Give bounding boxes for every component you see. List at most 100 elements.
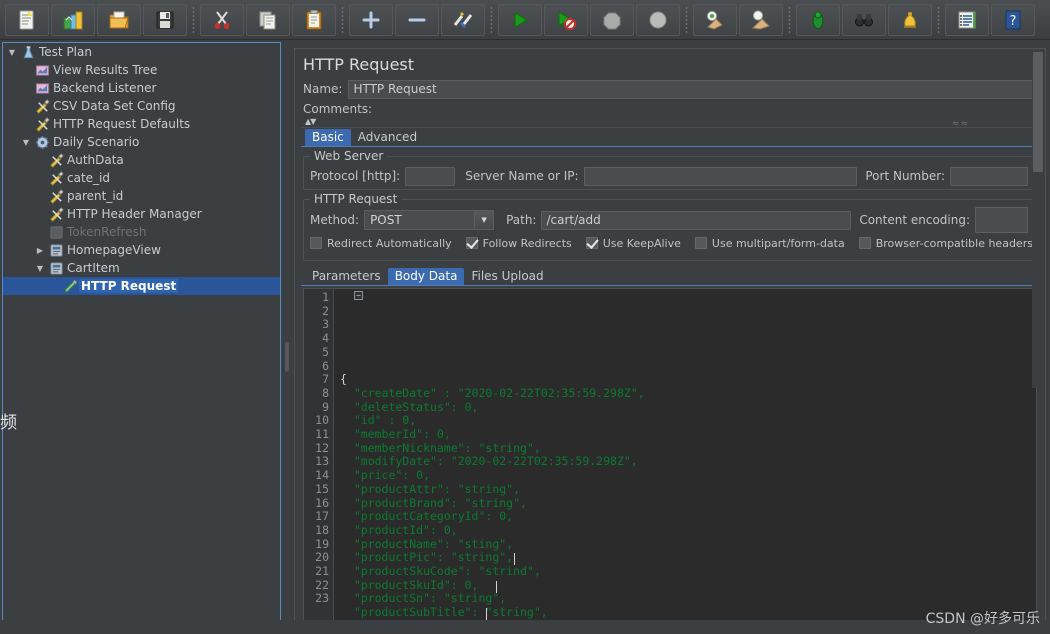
server-name-input[interactable] — [583, 166, 858, 186]
tree-node-test-plan[interactable]: ▼ Test Plan — [3, 43, 280, 61]
data-tabstrip[interactable]: Parameters Body Data Files Upload — [301, 267, 1039, 286]
templates-button[interactable] — [51, 3, 95, 36]
body-data-editor[interactable]: 1 2 3 4 5 6 7 8 9 10 11 12 13 14 15 16 17 18 19 20 21 22 23 − … — [303, 50, 1044, 628]
tree-node-http-header-manager[interactable]: HTTP Header Manager — [3, 205, 280, 223]
line-number: 11 — [315, 427, 329, 442]
tree-node-label: Test Plan — [39, 45, 92, 59]
chevron-down-icon[interactable]: ▼ — [33, 264, 47, 273]
line-number: 12 — [315, 440, 329, 455]
tab-basic[interactable]: Basic — [305, 129, 351, 146]
http-request-panel: HTTP Request Name: HTTP Request Comments… — [294, 48, 1046, 632]
browser-compatible-headers-checkbox[interactable]: Browser-compatible headers — [858, 237, 1033, 250]
paste-button[interactable] — [292, 3, 336, 36]
sampler-pencil-icon — [61, 278, 79, 294]
tree-node-homepageview[interactable]: ▶ HomepageView — [3, 241, 280, 259]
checkbox-empty-icon[interactable] — [310, 237, 322, 249]
start-button[interactable] — [498, 3, 542, 36]
line-number: 4 — [322, 331, 329, 346]
text-caret — [486, 608, 487, 620]
chevron-down-icon[interactable]: ▼ — [19, 138, 33, 147]
redirect-automatically-checkbox[interactable]: Redirect Automatically — [310, 237, 452, 250]
chevron-down-icon[interactable]: ▼ — [474, 211, 494, 229]
tree-node-http-request-defaults[interactable]: HTTP Request Defaults — [3, 115, 280, 133]
clear-all-button[interactable] — [739, 3, 783, 36]
checkbox-empty-icon[interactable] — [694, 237, 707, 249]
line-number: 10 — [315, 413, 329, 428]
body-data-textarea[interactable]: − { "createDate" : "2020-02-22T02:35:59.… — [334, 289, 1036, 627]
method-select[interactable]: POST ▼ — [364, 210, 495, 230]
checkbox-label: Follow Redirects — [482, 236, 572, 250]
tree-node-authdata[interactable]: AuthData — [3, 151, 280, 169]
tab-files-upload[interactable]: Files Upload — [464, 268, 550, 285]
line-number: 7 — [322, 372, 329, 387]
save-button[interactable] — [143, 3, 187, 36]
checkbox-empty-icon[interactable] — [858, 237, 871, 249]
tree-node-cartitem[interactable]: ▼ CartItem — [3, 259, 280, 277]
log-viewer-button[interactable] — [945, 3, 989, 36]
main-tabstrip[interactable]: Basic Advanced — [301, 128, 1039, 147]
test-plan-tree[interactable]: ▼ Test Plan View Results Tree Backend Liste… — [2, 42, 281, 632]
tab-parameters[interactable]: Parameters — [305, 268, 388, 285]
editor-vertical-scrollbar[interactable] — [1032, 50, 1044, 388]
tree-node-label: HTTP Request — [79, 279, 179, 293]
open-button[interactable] — [97, 3, 141, 36]
name-label: Name: — [303, 82, 343, 96]
follow-redirects-checkbox[interactable]: Follow Redirects — [465, 236, 572, 250]
test-plan-icon — [19, 44, 37, 60]
tree-node-label: CSV Data Set Config — [53, 99, 176, 113]
port-number-label: Port Number: — [865, 169, 945, 183]
expand-all-button[interactable] — [349, 3, 393, 36]
method-path-row: Method: POST ▼ Path: /cart/add Content e… — [304, 207, 1036, 233]
line-number: 23 — [315, 591, 329, 606]
port-number-input[interactable] — [950, 166, 1028, 186]
panel-splitter[interactable] — [282, 42, 292, 632]
collapse-up-icon[interactable]: ▲▼ — [305, 117, 316, 126]
code-line: "deleteStatus": 0, — [340, 399, 479, 414]
tree-node-label: Daily Scenario — [53, 135, 140, 149]
tree-node-view-results-tree[interactable]: View Results Tree — [3, 61, 280, 79]
tree-node-csv-data-set-config[interactable]: CSV Data Set Config — [3, 97, 280, 115]
method-label: Method: — [310, 213, 360, 227]
tab-body-data[interactable]: Body Data — [387, 268, 465, 285]
name-input[interactable]: HTTP Request — [348, 79, 1037, 99]
path-input[interactable]: /cart/add — [541, 210, 852, 230]
use-keepalive-checkbox[interactable]: Use KeepAlive — [585, 237, 681, 250]
checkmark-icon[interactable] — [585, 237, 598, 249]
svg-text:?: ? — [1010, 14, 1017, 29]
controller-icon — [47, 242, 65, 258]
use-multipart-checkbox[interactable]: Use multipart/form-data — [694, 237, 845, 250]
protocol-input[interactable] — [405, 166, 456, 186]
tree-node-parent-id[interactable]: parent_id — [3, 187, 280, 205]
shutdown-button[interactable] — [636, 3, 680, 36]
editor-line-numbers: 1 2 3 4 5 6 7 8 9 10 11 12 13 14 15 16 17 18 19 20 21 22 23 — [304, 289, 334, 627]
copy-button[interactable] — [246, 3, 290, 36]
tree-node-http-request[interactable]: HTTP Request — [3, 277, 280, 295]
tab-advanced[interactable]: Advanced — [351, 129, 424, 146]
tree-node-tokenrefresh[interactable]: TokenRefresh — [3, 223, 280, 241]
cut-button[interactable] — [200, 3, 244, 36]
resize-grip-dots[interactable]: ≈≈ — [952, 119, 969, 129]
code-line: "price": 0, — [340, 468, 431, 483]
splitter-grip[interactable] — [285, 342, 289, 372]
chevron-down-icon[interactable]: ▼ — [5, 48, 19, 57]
content-encoding-input[interactable] — [975, 207, 1028, 233]
start-no-pauses-button[interactable] — [544, 3, 588, 36]
stop-button[interactable] — [590, 3, 634, 36]
help-button[interactable]: ? — [991, 3, 1035, 36]
tree-node-backend-listener[interactable]: Backend Listener — [3, 79, 280, 97]
function-helper-button[interactable] — [796, 3, 840, 36]
tree-node-cate-id[interactable]: cate_id — [3, 169, 280, 187]
main-toolbar: ? — [0, 0, 1050, 40]
reset-search-button[interactable] — [888, 3, 932, 36]
collapse-all-button[interactable] — [395, 3, 439, 36]
clear-button[interactable] — [693, 3, 737, 36]
chevron-right-icon[interactable]: ▶ — [33, 246, 47, 255]
checkmark-icon[interactable] — [465, 237, 478, 249]
http-request-group: HTTP Request Method: POST ▼ Path: /cart/… — [303, 192, 1037, 261]
page-title: HTTP Request — [303, 55, 415, 74]
search-button[interactable] — [842, 3, 886, 36]
new-button[interactable] — [5, 3, 49, 36]
toggle-button[interactable] — [441, 3, 485, 36]
code-fold-icon[interactable]: − — [354, 291, 363, 300]
tree-node-daily-scenario[interactable]: ▼ Daily Scenario — [3, 133, 280, 151]
